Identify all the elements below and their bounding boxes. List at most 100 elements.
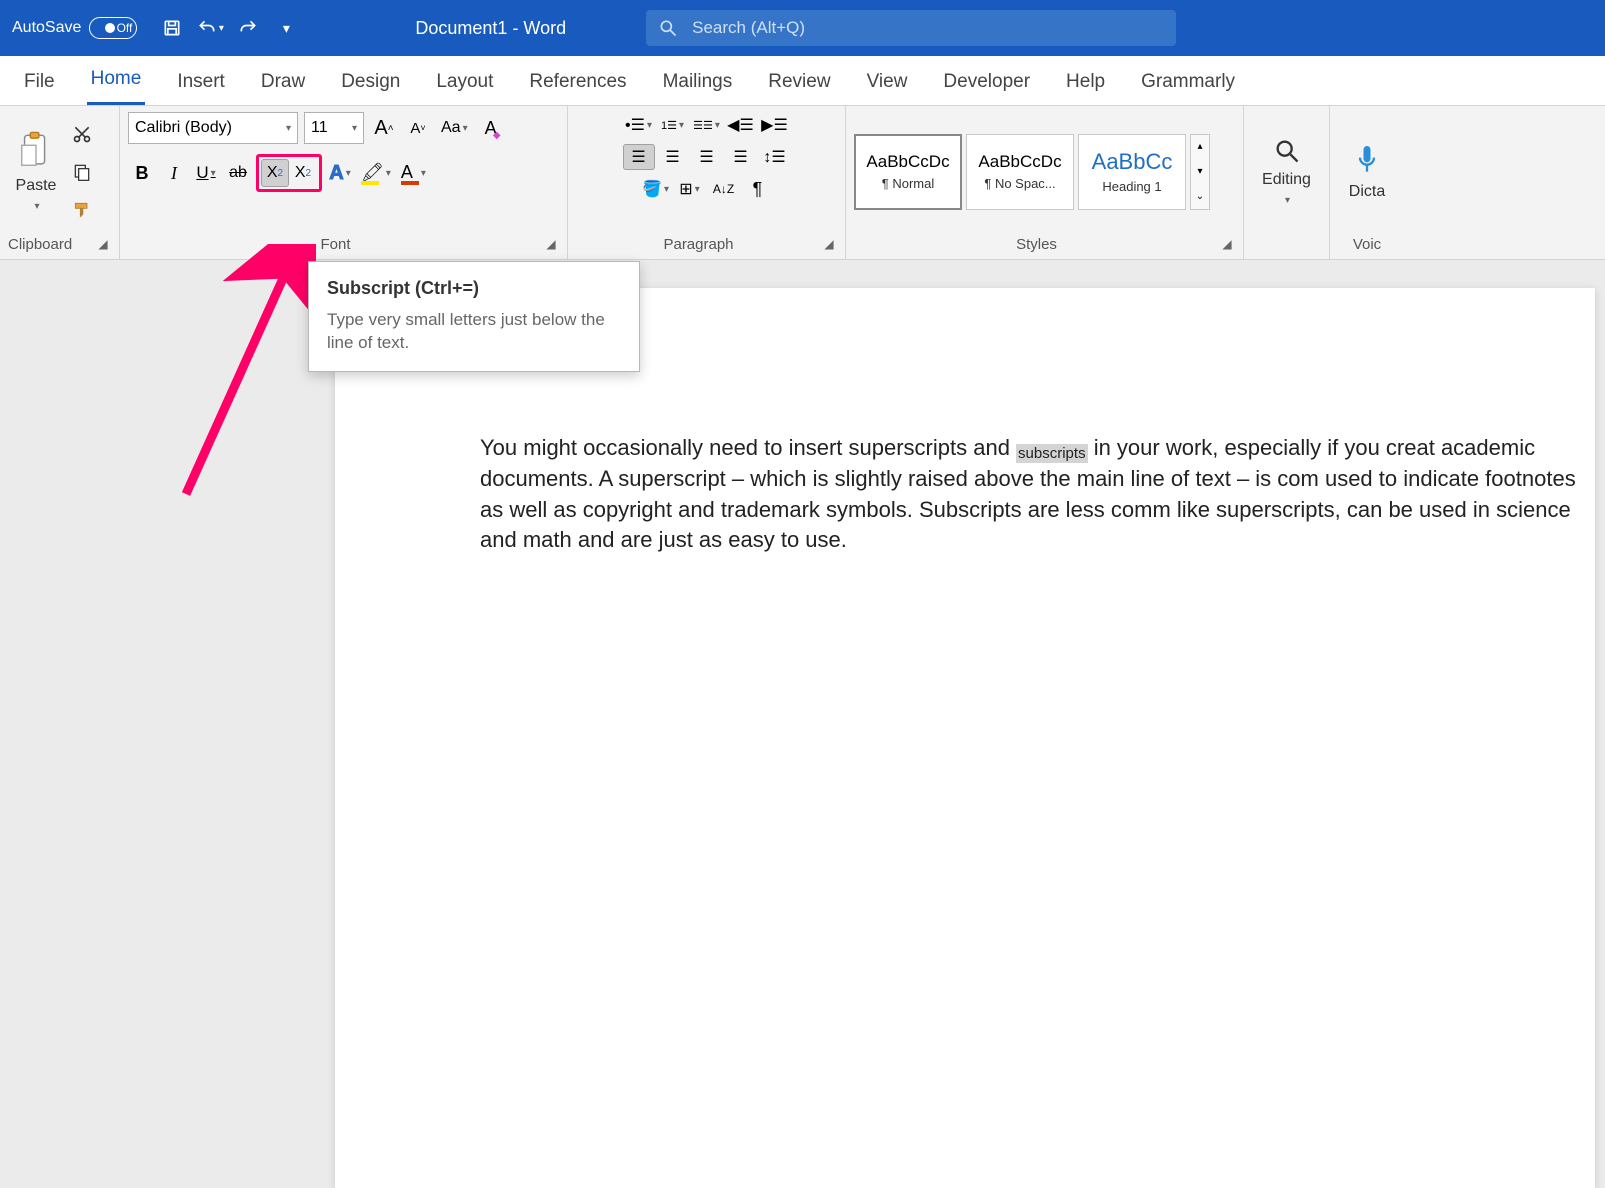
font-size-combo[interactable]: 11▾ [304, 112, 364, 144]
pilcrow-icon: ¶ [753, 179, 763, 200]
document-area[interactable]: You might occasionally need to insert su… [0, 260, 1605, 1000]
font-color-button[interactable]: A▾ [398, 159, 429, 187]
show-marks-button[interactable]: ¶ [742, 176, 774, 202]
tooltip-body: Type very small letters just below the l… [327, 309, 621, 355]
styles-scroll[interactable]: ▴▾⌄ [1190, 134, 1210, 210]
borders-button[interactable]: ⊞▾ [674, 176, 706, 202]
increase-indent-button[interactable]: ▶☰ [759, 112, 791, 138]
tab-layout[interactable]: Layout [432, 61, 497, 105]
clipboard-icon [18, 131, 54, 171]
font-label: Font [320, 236, 350, 253]
highlight-button[interactable]: 🖍▾ [358, 159, 394, 187]
format-painter-button[interactable] [68, 196, 96, 224]
tooltip-title: Subscript (Ctrl+=) [327, 278, 621, 299]
align-center-icon: ☰ [665, 147, 679, 167]
bold-button[interactable]: B [128, 159, 156, 187]
line-spacing-button[interactable]: ↕☰ [759, 144, 791, 170]
cut-button[interactable] [68, 120, 96, 148]
justify-button[interactable]: ☰ [725, 144, 757, 170]
clear-formatting-button[interactable]: A◆ [477, 114, 505, 142]
text-effects-icon: A [329, 162, 343, 185]
underline-button[interactable]: U▾ [192, 159, 220, 187]
tab-home[interactable]: Home [87, 58, 146, 105]
font-launcher[interactable]: ◢ [543, 236, 559, 252]
bullets-button[interactable]: •☰▾ [623, 112, 655, 138]
tab-developer[interactable]: Developer [939, 61, 1034, 105]
ribbon: Paste ▾ Clipboard ◢ Calibri (Body)▾ 11▾ A… [0, 106, 1605, 260]
autosave-toggle[interactable]: AutoSave Off [12, 17, 137, 39]
tab-draw[interactable]: Draw [257, 61, 309, 105]
indent-icon: ▶☰ [761, 115, 788, 135]
tab-view[interactable]: View [863, 61, 912, 105]
toggle-switch[interactable]: Off [89, 17, 137, 39]
tab-references[interactable]: References [525, 61, 630, 105]
scroll-more-icon[interactable]: ⌄ [1191, 184, 1209, 209]
tab-insert[interactable]: Insert [173, 61, 229, 105]
style-normal[interactable]: AaBbCcDc¶ Normal [854, 134, 962, 210]
line-spacing-icon: ↕☰ [763, 147, 785, 167]
align-right-button[interactable]: ☰ [691, 144, 723, 170]
font-name-combo[interactable]: Calibri (Body)▾ [128, 112, 298, 144]
styles-label: Styles [1016, 236, 1057, 253]
group-styles: AaBbCcDc¶ Normal AaBbCcDc¶ No Spac... Aa… [846, 106, 1244, 259]
microphone-icon [1353, 143, 1381, 177]
sort-button[interactable]: A↓Z [708, 176, 740, 202]
align-left-button[interactable]: ☰ [623, 144, 655, 170]
redo-icon[interactable] [231, 11, 265, 45]
tab-file[interactable]: File [20, 61, 59, 105]
text-effects-button[interactable]: A▾ [326, 159, 354, 187]
grow-font-button[interactable]: A˄ [370, 114, 398, 142]
save-icon[interactable] [155, 11, 189, 45]
align-center-button[interactable]: ☰ [657, 144, 689, 170]
group-paragraph: •☰▾ 1☰▾ ☰☰▾ ◀☰ ▶☰ ☰ ☰ ☰ ☰ ↕☰ 🪣▾ ⊞▾ A↓Z ¶… [568, 106, 846, 259]
customize-qat-icon[interactable]: ▾ [269, 11, 303, 45]
borders-icon: ⊞ [679, 179, 692, 199]
doc-text-pre: You might occasionally need to insert su… [480, 435, 1016, 460]
decrease-indent-button[interactable]: ◀☰ [725, 112, 757, 138]
document-body[interactable]: You might occasionally need to insert su… [480, 433, 1580, 556]
scroll-up-icon[interactable]: ▴ [1191, 135, 1209, 160]
group-editing: Editing ▾ [1244, 106, 1330, 259]
superscript-button[interactable]: X2 [289, 159, 317, 187]
editing-button[interactable]: Editing ▾ [1252, 137, 1321, 206]
group-clipboard: Paste ▾ Clipboard ◢ [0, 106, 120, 259]
highlight-icon: 🖍 [361, 162, 384, 185]
paragraph-label: Paragraph [663, 236, 733, 253]
style-heading1[interactable]: AaBbCcHeading 1 [1078, 134, 1186, 210]
font-color-icon: A [401, 162, 419, 185]
shading-button[interactable]: 🪣▾ [640, 176, 672, 202]
paragraph-launcher[interactable]: ◢ [821, 236, 837, 252]
tab-design[interactable]: Design [337, 61, 404, 105]
sort-icon: A↓Z [713, 182, 734, 196]
tab-review[interactable]: Review [764, 61, 834, 105]
italic-button[interactable]: I [160, 159, 188, 187]
style-no-spacing[interactable]: AaBbCcDc¶ No Spac... [966, 134, 1074, 210]
undo-icon[interactable]: ▾ [193, 11, 227, 45]
find-icon [1273, 137, 1301, 165]
paint-bucket-icon: 🪣 [642, 179, 662, 199]
multilevel-button[interactable]: ☰☰▾ [691, 112, 723, 138]
change-case-button[interactable]: Aa▾ [438, 114, 471, 142]
strikethrough-button[interactable]: ab [224, 159, 252, 187]
numbering-button[interactable]: 1☰▾ [657, 112, 689, 138]
page[interactable]: You might occasionally need to insert su… [335, 288, 1595, 1188]
document-title: Document1 - Word [415, 18, 566, 39]
styles-launcher[interactable]: ◢ [1219, 236, 1235, 252]
bullets-icon: •☰ [625, 115, 645, 135]
scroll-down-icon[interactable]: ▾ [1191, 159, 1209, 184]
numbering-icon: 1☰ [661, 119, 677, 132]
search-input[interactable]: Search (Alt+Q) [646, 10, 1176, 46]
subscript-button[interactable]: X2 [261, 159, 289, 187]
align-left-icon: ☰ [631, 147, 645, 167]
search-placeholder: Search (Alt+Q) [692, 18, 805, 38]
tab-mailings[interactable]: Mailings [659, 61, 737, 105]
selected-text[interactable]: subscripts [1016, 444, 1088, 463]
tab-grammarly[interactable]: Grammarly [1137, 61, 1239, 105]
clipboard-label: Clipboard [8, 236, 72, 253]
paste-button[interactable]: Paste ▾ [8, 131, 64, 212]
tab-help[interactable]: Help [1062, 61, 1109, 105]
dictate-button[interactable]: Dicta [1338, 143, 1396, 201]
shrink-font-button[interactable]: A˅ [404, 114, 432, 142]
clipboard-launcher[interactable]: ◢ [95, 236, 111, 252]
copy-button[interactable] [68, 158, 96, 186]
